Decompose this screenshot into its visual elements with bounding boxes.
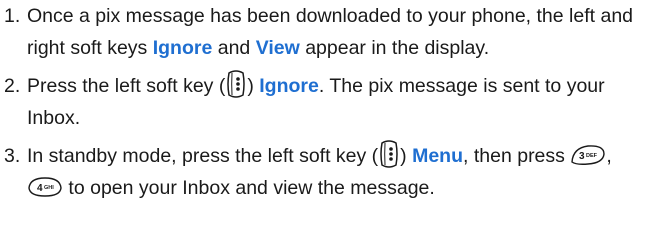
key-letters: GHI [44, 185, 54, 191]
step-3: 3. In standby mode, press the left soft … [0, 140, 653, 204]
step-text: appear in the display. [299, 37, 490, 59]
ignore-keyword: Ignore [152, 37, 213, 59]
left-soft-key-icon [378, 138, 400, 170]
step-text: to open your Inbox and view the message. [63, 177, 435, 199]
step-text: and [212, 37, 256, 59]
key-digit: 4 [37, 183, 43, 194]
instruction-list: 1. Once a pix message has been downloade… [0, 0, 653, 204]
step-number: 2. [4, 75, 21, 97]
step-2: 2. Press the left soft key () Ignore. Th… [0, 70, 653, 134]
step-number: 3. [4, 145, 21, 167]
key-letters: DEF [586, 153, 598, 159]
step-text: Press the left soft key ( [27, 75, 226, 97]
step-number: 1. [4, 5, 21, 27]
step-text: In standby mode, press the left soft key… [27, 145, 379, 167]
step-text: ) [247, 75, 260, 97]
step-text: ) [400, 145, 413, 167]
ignore-keyword: Ignore [259, 75, 319, 97]
step-text: , then press [463, 145, 571, 167]
step-1: 1. Once a pix message has been downloade… [0, 0, 653, 64]
key-3-def-icon: 3 DEF [570, 144, 606, 166]
menu-keyword: Menu [412, 145, 464, 167]
view-keyword: View [255, 37, 300, 59]
key-digit: 3 [579, 151, 585, 162]
left-soft-key-icon [225, 68, 247, 100]
key-4-ghi-icon: 4 GHI [27, 176, 63, 198]
step-text: , [606, 145, 612, 167]
